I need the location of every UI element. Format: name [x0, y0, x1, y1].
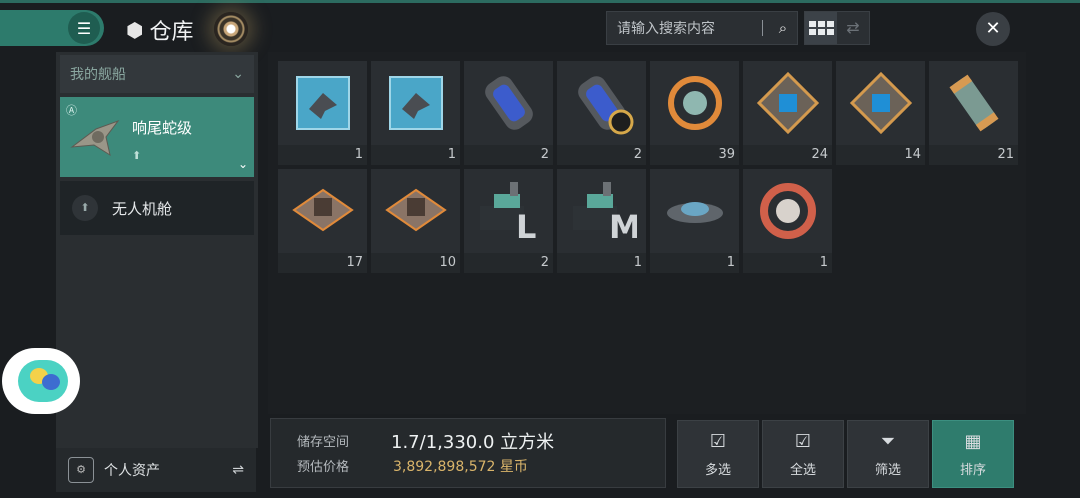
search-input[interactable]: 请输入搜索内容 — [607, 18, 762, 38]
sort-grid-icon: ▦ — [964, 431, 982, 452]
ship-thumbnail-icon — [70, 119, 120, 157]
item-count: 2 — [464, 145, 553, 165]
swap-view-icon[interactable]: ⇄ — [837, 12, 869, 44]
estimated-price-value: 3,892,898,572 星币 — [393, 459, 528, 475]
red-ring-module-icon — [743, 169, 832, 253]
multi-select-label: 多选 — [704, 463, 731, 478]
filter-label: 筛选 — [874, 463, 901, 478]
select-all-label: 全选 — [789, 463, 816, 478]
menu-icon: ☰ — [68, 12, 100, 44]
green-cylinder-icon — [929, 61, 1018, 145]
escort-ship-card-icon — [278, 61, 367, 145]
factory-L-blueprint-icon: L — [464, 169, 553, 253]
inventory-item[interactable]: 1 — [650, 169, 739, 273]
disc-drone-icon — [650, 169, 739, 253]
storage-space-label: 储存空间 — [297, 435, 350, 450]
drone-bay-icon: ⬆ — [72, 195, 98, 221]
page-title-text: 仓库 — [149, 20, 194, 45]
factory-M-blueprint-icon: M — [557, 169, 646, 253]
close-icon: ✕ — [985, 18, 1001, 39]
inventory-item[interactable]: 2 — [557, 61, 646, 165]
svg-text:M: M — [609, 208, 637, 246]
grid-view-icon[interactable] — [805, 12, 837, 44]
expand-chevron-icon[interactable]: ⌄ — [238, 157, 248, 171]
drone-bay-label: 无人机舱 — [112, 199, 173, 218]
inventory-item[interactable]: 14 — [836, 61, 925, 165]
item-count: 2 — [557, 145, 646, 165]
inventory-item[interactable]: 24 — [743, 61, 832, 165]
inventory-item[interactable]: 1 — [371, 61, 460, 165]
inventory-item[interactable]: L2 — [464, 169, 553, 273]
top-accent-line — [0, 0, 1080, 3]
multi-select-button[interactable]: ☑ 多选 — [677, 420, 759, 488]
blue-chip-plate-icon — [743, 61, 832, 145]
safe-icon: ⚙ — [68, 457, 94, 483]
item-count: 1 — [650, 253, 739, 273]
item-count: 21 — [929, 145, 1018, 165]
checkbox-icon: ☑ — [709, 431, 727, 452]
inventory-panel: 1 1 2 2 39 24 14 21 17 10 L 2 M 1 1 1 — [268, 52, 1026, 414]
sidebar: 我的舰船 ⌄ Ⓐ 响尾蛇级 ⬆ ⌄ ⬆ 无人机舱 — [56, 52, 258, 448]
inventory-item[interactable]: 1 — [743, 169, 832, 273]
sort-button[interactable]: ▦ 排序 — [932, 420, 1014, 488]
item-count: 1 — [743, 253, 832, 273]
inventory-item[interactable]: 2 — [464, 61, 553, 165]
filter-button[interactable]: ⏷ 筛选 — [847, 420, 929, 488]
cube-icon: ⬢ — [126, 18, 144, 42]
inventory-grid: 1 1 2 2 39 24 14 21 17 10 L 2 M 1 1 1 — [278, 61, 1018, 273]
svg-text:L: L — [516, 208, 536, 246]
inventory-item[interactable]: 39 — [650, 61, 739, 165]
chevron-down-icon: ⌄ — [232, 66, 244, 82]
item-count: 10 — [371, 253, 460, 273]
search-divider — [762, 20, 763, 36]
inventory-item[interactable]: 1 — [278, 61, 367, 165]
personal-assets-label: 个人资产 — [104, 463, 160, 479]
ship-badge-icon: ⬆ — [132, 149, 142, 162]
close-button[interactable]: ✕ — [976, 12, 1010, 46]
fighter-ship-card-icon — [371, 61, 460, 145]
item-count: 24 — [743, 145, 832, 165]
orange-ring-core-icon — [650, 61, 739, 145]
chat-float-button[interactable] — [2, 348, 80, 414]
station-blueprint-icon — [278, 169, 367, 253]
filter-icon: ⏷ — [880, 431, 896, 452]
estimated-price-label: 预估价格 — [297, 460, 350, 475]
storage-space-value: 1.7/1,330.0 立方米 — [391, 432, 555, 453]
chat-bubble-blue — [42, 374, 60, 390]
ship-section-label: 我的舰船 — [70, 67, 126, 83]
blue-module-capsule-locked-icon — [557, 61, 646, 145]
drone-bay-item[interactable]: ⬆ 无人机舱 — [60, 181, 254, 235]
ship-name: 响尾蛇级 — [132, 119, 193, 137]
inventory-item[interactable]: 17 — [278, 169, 367, 273]
storage-info: 储存空间 1.7/1,330.0 立方米 预估价格 3,892,898,572 … — [270, 418, 666, 488]
view-toggle[interactable]: ⇄ — [804, 11, 870, 45]
ship-section-header[interactable]: 我的舰船 ⌄ — [60, 55, 254, 93]
double-check-icon: ☑ — [794, 431, 812, 452]
search-box[interactable]: 请输入搜索内容 ⌕ — [606, 11, 798, 45]
glowing-orb-icon[interactable] — [214, 12, 248, 46]
station-blueprint-icon — [371, 169, 460, 253]
switch-icon[interactable]: ⇌ — [232, 462, 244, 478]
item-count: 1 — [371, 145, 460, 165]
blue-chip-plate-icon — [836, 61, 925, 145]
blue-module-capsule-icon — [464, 61, 553, 145]
item-count: 17 — [278, 253, 367, 273]
page-title: ⬢ 仓库 — [126, 14, 193, 46]
search-icon[interactable]: ⌕ — [769, 19, 797, 37]
item-count: 1 — [557, 253, 646, 273]
inventory-item[interactable]: 21 — [929, 61, 1018, 165]
menu-button[interactable]: ☰ — [0, 10, 104, 46]
item-count: 2 — [464, 253, 553, 273]
item-count: 1 — [278, 145, 367, 165]
item-count: 14 — [836, 145, 925, 165]
inventory-item[interactable]: M1 — [557, 169, 646, 273]
select-all-button[interactable]: ☑ 全选 — [762, 420, 844, 488]
sort-label: 排序 — [959, 463, 986, 478]
ship-item-selected[interactable]: Ⓐ 响尾蛇级 ⬆ ⌄ — [60, 97, 254, 177]
item-count: 39 — [650, 145, 739, 165]
inventory-item[interactable]: 10 — [371, 169, 460, 273]
personal-assets-button[interactable]: ⚙ 个人资产 ⇌ — [56, 448, 256, 492]
